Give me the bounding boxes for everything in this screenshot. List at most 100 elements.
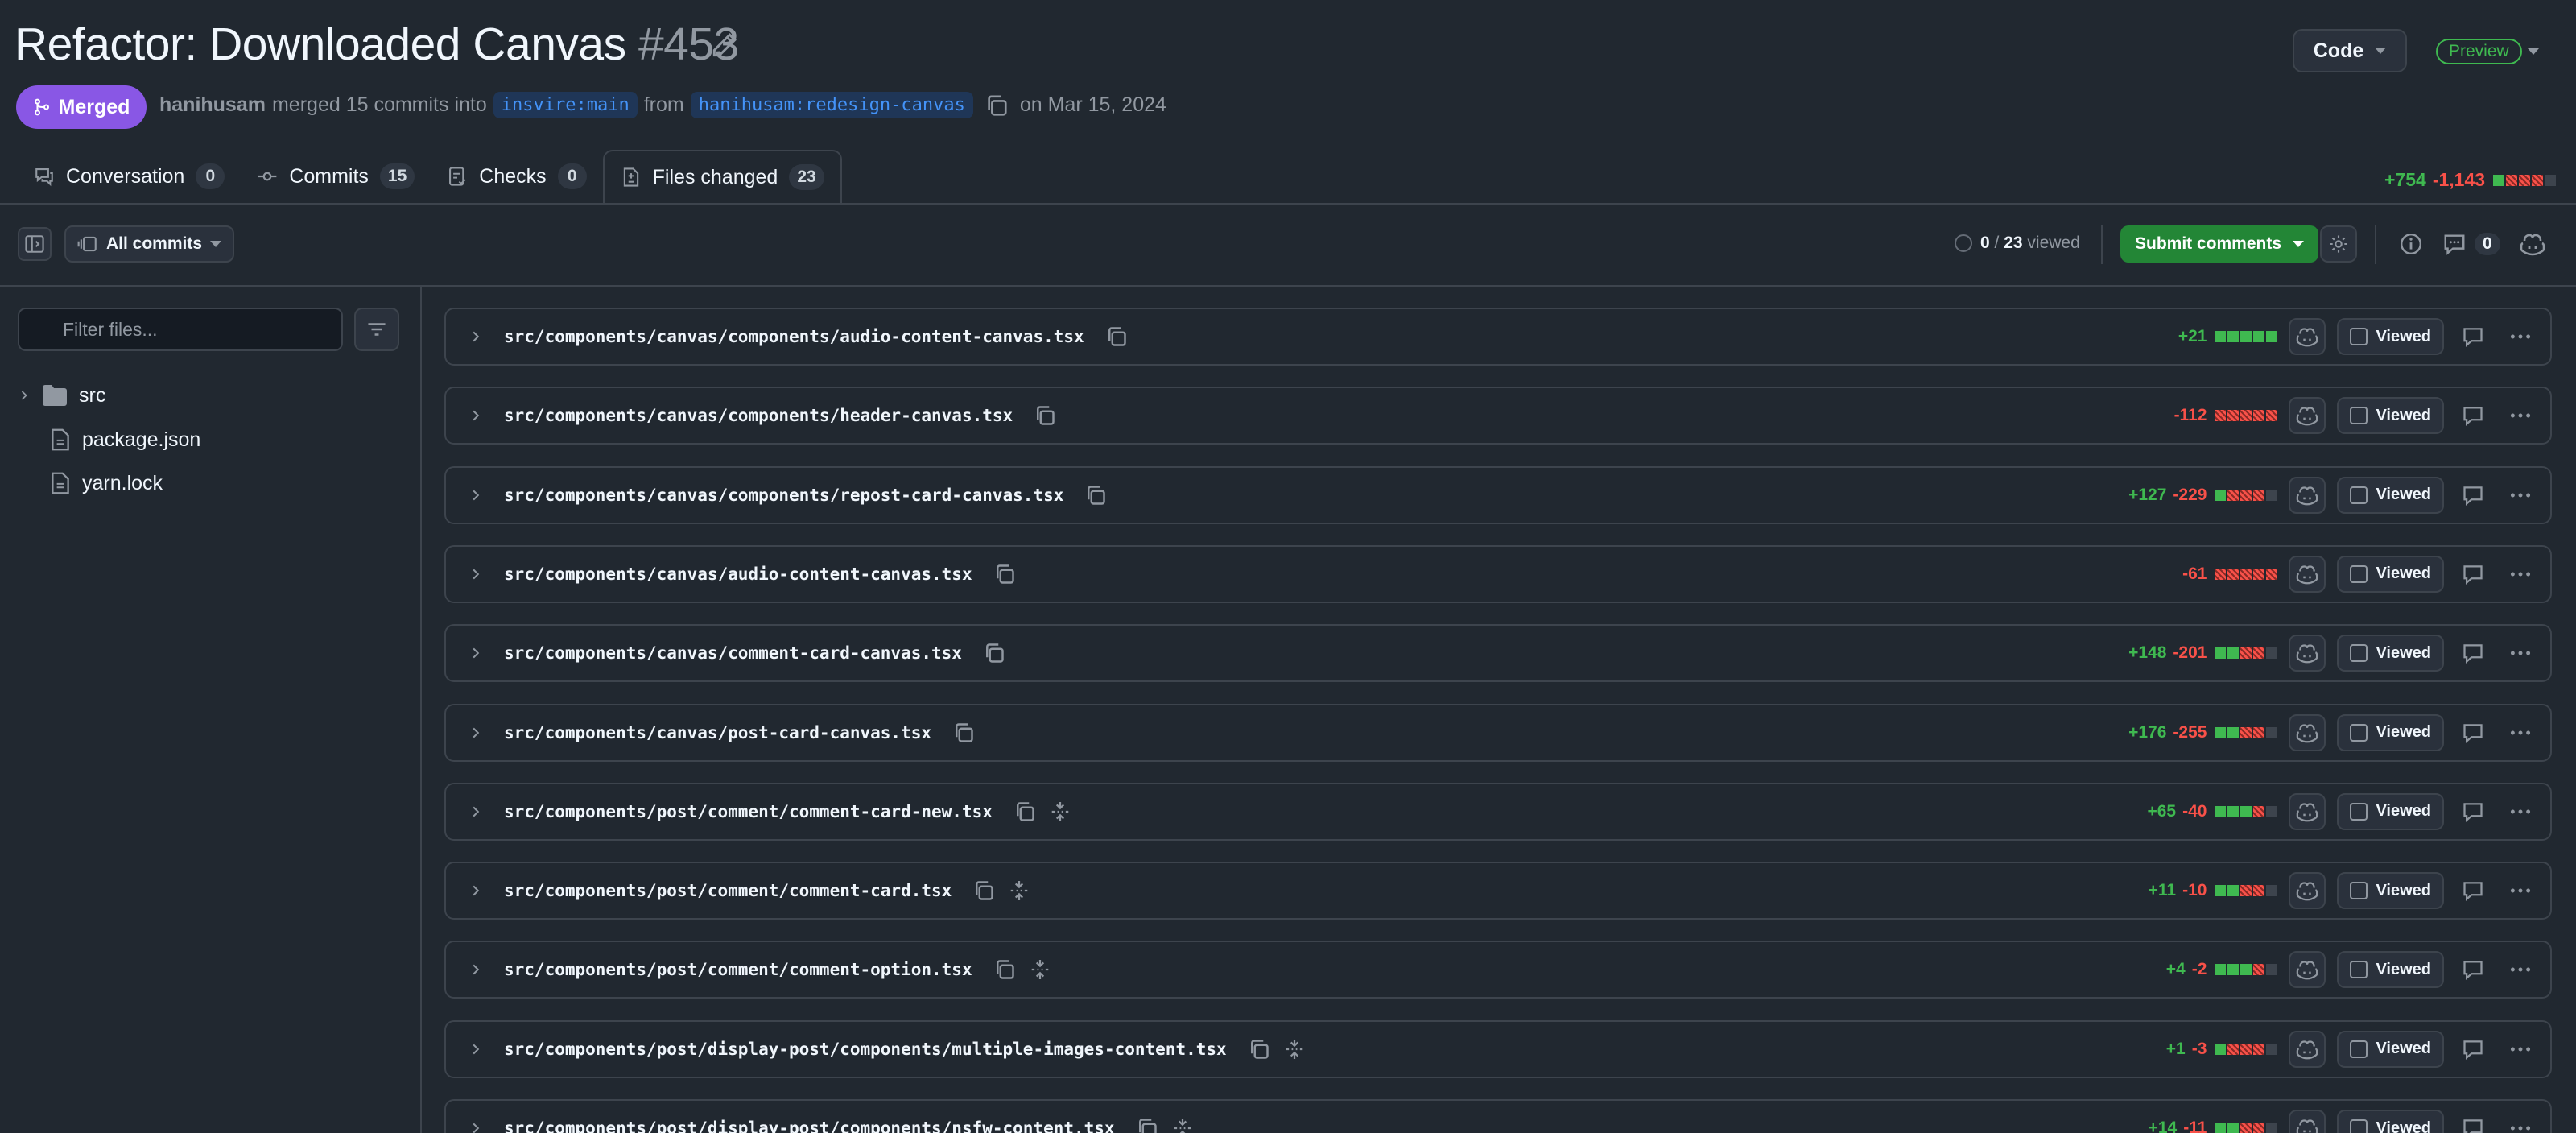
- viewed-checkbox-button[interactable]: Viewed: [2337, 872, 2444, 910]
- copilot-button[interactable]: [2289, 872, 2326, 910]
- chevron-right-icon[interactable]: [469, 408, 483, 423]
- kebab-menu-icon[interactable]: [2508, 1117, 2533, 1133]
- tab-conversation[interactable]: Conversation 0: [18, 150, 241, 203]
- file-row[interactable]: src/components/canvas/post-card-canvas.t…: [444, 703, 2552, 762]
- copy-icon[interactable]: [993, 563, 1016, 585]
- kebab-menu-icon[interactable]: [2508, 642, 2533, 664]
- chevron-right-icon[interactable]: [469, 329, 483, 344]
- comment-icon[interactable]: [2462, 1117, 2484, 1133]
- comment-icon[interactable]: [2462, 642, 2484, 664]
- file-path[interactable]: src/components/canvas/comment-card-canva…: [504, 643, 962, 663]
- kebab-menu-icon[interactable]: [2508, 404, 2533, 427]
- copilot-icon[interactable]: [2520, 232, 2545, 256]
- copy-icon[interactable]: [1105, 325, 1128, 348]
- checkbox[interactable]: [2350, 564, 2368, 583]
- comment-icon[interactable]: [2462, 1038, 2484, 1061]
- checkbox[interactable]: [2350, 961, 2368, 979]
- copy-icon[interactable]: [983, 642, 1005, 664]
- viewed-checkbox-button[interactable]: Viewed: [2337, 951, 2444, 989]
- filter-options-button[interactable]: [354, 308, 399, 351]
- checkbox[interactable]: [2350, 882, 2368, 900]
- file-row[interactable]: src/components/post/comment/comment-card…: [444, 782, 2552, 841]
- checkbox[interactable]: [2350, 1119, 2368, 1133]
- code-button[interactable]: Code: [2293, 29, 2407, 72]
- checkbox[interactable]: [2350, 723, 2368, 742]
- chevron-right-icon[interactable]: [469, 804, 483, 819]
- preview-chevron-down-icon[interactable]: [2528, 48, 2539, 55]
- file-path[interactable]: src/components/canvas/post-card-canvas.t…: [504, 723, 931, 742]
- checkbox[interactable]: [2350, 328, 2368, 345]
- filter-files-input[interactable]: [18, 308, 343, 351]
- viewed-checkbox-button[interactable]: Viewed: [2337, 555, 2444, 593]
- tab-commits[interactable]: Commits 15: [241, 150, 431, 203]
- kebab-menu-icon[interactable]: [2508, 1038, 2533, 1061]
- kebab-menu-icon[interactable]: [2508, 563, 2533, 585]
- chevron-right-icon[interactable]: [469, 726, 483, 740]
- file-row[interactable]: src/components/post/comment/comment-card…: [444, 862, 2552, 920]
- viewed-checkbox-button[interactable]: Viewed: [2337, 1110, 2444, 1133]
- kebab-menu-icon[interactable]: [2508, 325, 2533, 348]
- comments-count-button[interactable]: 0: [2442, 232, 2500, 256]
- file-path[interactable]: src/components/post/comment/comment-card…: [504, 881, 952, 900]
- copilot-button[interactable]: [2289, 635, 2326, 672]
- chevron-right-icon[interactable]: [469, 1121, 483, 1133]
- tree-folder-src[interactable]: src: [18, 378, 105, 413]
- file-path[interactable]: src/components/post/comment/comment-card…: [504, 802, 993, 821]
- submit-comments-button[interactable]: Submit comments: [2120, 225, 2319, 263]
- comment-icon[interactable]: [2462, 879, 2484, 902]
- viewed-checkbox-button[interactable]: Viewed: [2337, 792, 2444, 830]
- checkbox[interactable]: [2350, 1040, 2368, 1058]
- kebab-menu-icon[interactable]: [2508, 722, 2533, 744]
- chevron-right-icon[interactable]: [469, 1042, 483, 1057]
- file-row[interactable]: src/components/canvas/components/header-…: [444, 387, 2552, 445]
- copy-icon[interactable]: [952, 722, 975, 744]
- file-row[interactable]: src/components/canvas/comment-card-canva…: [444, 624, 2552, 683]
- viewed-checkbox-button[interactable]: Viewed: [2337, 1030, 2444, 1068]
- kebab-menu-icon[interactable]: [2508, 800, 2533, 823]
- tree-file-yarn-lock[interactable]: yarn.lock: [50, 465, 163, 501]
- comment-icon[interactable]: [2462, 484, 2484, 507]
- toggle-file-tree-button[interactable]: [18, 227, 52, 261]
- copilot-button[interactable]: [2289, 951, 2326, 989]
- expand-all-icon[interactable]: [1173, 1117, 1192, 1133]
- comment-icon[interactable]: [2462, 800, 2484, 823]
- viewed-checkbox-button[interactable]: Viewed: [2337, 713, 2444, 751]
- copilot-button[interactable]: [2289, 1030, 2326, 1068]
- copilot-button[interactable]: [2289, 476, 2326, 514]
- copilot-button[interactable]: [2289, 713, 2326, 751]
- file-row[interactable]: src/components/canvas/components/audio-c…: [444, 308, 2552, 366]
- checkbox[interactable]: [2350, 802, 2368, 821]
- kebab-menu-icon[interactable]: [2508, 484, 2533, 507]
- copy-icon[interactable]: [985, 93, 1009, 118]
- pencil-icon[interactable]: [710, 32, 737, 60]
- viewed-checkbox-button[interactable]: Viewed: [2337, 476, 2444, 514]
- comment-icon[interactable]: [2462, 325, 2484, 348]
- file-path[interactable]: src/components/post/comment/comment-opti…: [504, 960, 972, 979]
- copilot-button[interactable]: [2289, 318, 2326, 355]
- chevron-right-icon[interactable]: [469, 883, 483, 898]
- expand-all-icon[interactable]: [1009, 879, 1029, 902]
- copy-icon[interactable]: [972, 879, 995, 902]
- head-branch[interactable]: hanihusam:redesign-canvas: [690, 92, 973, 118]
- file-row[interactable]: src/components/post/display-post/compone…: [444, 1019, 2552, 1078]
- copy-icon[interactable]: [993, 958, 1016, 981]
- base-branch[interactable]: insvire:main: [493, 92, 638, 118]
- diff-settings-button[interactable]: [2320, 225, 2357, 263]
- all-commits-dropdown[interactable]: All commits: [64, 225, 235, 263]
- copilot-button[interactable]: [2289, 792, 2326, 830]
- file-path[interactable]: src/components/post/display-post/compone…: [504, 1040, 1227, 1059]
- viewed-checkbox-button[interactable]: Viewed: [2337, 318, 2444, 355]
- chevron-right-icon[interactable]: [469, 962, 483, 977]
- copy-icon[interactable]: [1034, 404, 1056, 427]
- checkbox[interactable]: [2350, 407, 2368, 425]
- file-row[interactable]: src/components/canvas/components/repost-…: [444, 465, 2552, 524]
- viewed-checkbox-button[interactable]: Viewed: [2337, 635, 2444, 672]
- file-path[interactable]: src/components/post/display-post/compone…: [504, 1119, 1115, 1133]
- chevron-right-icon[interactable]: [469, 567, 483, 581]
- file-path[interactable]: src/components/canvas/audio-content-canv…: [504, 564, 972, 584]
- tab-checks[interactable]: Checks 0: [431, 150, 602, 203]
- file-path[interactable]: src/components/canvas/components/repost-…: [504, 486, 1063, 505]
- chevron-right-icon[interactable]: [469, 646, 483, 660]
- chevron-right-icon[interactable]: [469, 488, 483, 502]
- tab-files-changed[interactable]: Files changed 23: [602, 150, 842, 205]
